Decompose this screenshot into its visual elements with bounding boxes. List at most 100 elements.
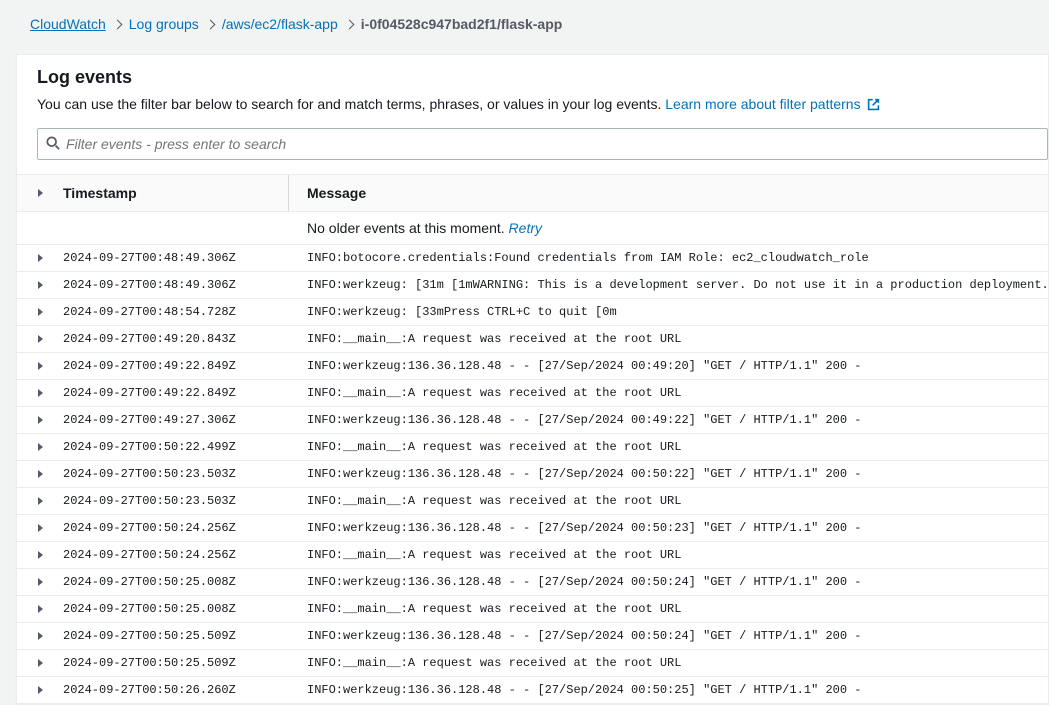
log-timestamp: 2024-09-27T00:49:20.843Z (63, 326, 289, 352)
log-row[interactable]: 2024-09-27T00:50:25.509ZINFO:werkzeug:13… (17, 623, 1048, 650)
caret-right-icon (38, 686, 43, 694)
expand-row-toggle[interactable] (17, 380, 63, 406)
retry-link[interactable]: Retry (509, 220, 542, 236)
external-link-icon (867, 98, 880, 114)
log-row[interactable]: 2024-09-27T00:50:23.503ZINFO:werkzeug:13… (17, 461, 1048, 488)
expand-all-toggle[interactable] (17, 175, 63, 211)
log-row[interactable]: 2024-09-27T00:48:49.306ZINFO:werkzeug: [… (17, 272, 1048, 299)
expand-row-toggle[interactable] (17, 677, 63, 703)
breadcrumb-link-log-groups[interactable]: Log groups (129, 16, 199, 32)
log-row[interactable]: 2024-09-27T00:50:25.008ZINFO:__main__:A … (17, 596, 1048, 623)
log-row[interactable]: 2024-09-27T00:49:22.849ZINFO:werkzeug:13… (17, 353, 1048, 380)
log-table-header: Timestamp Message (17, 174, 1048, 212)
filter-events-search[interactable] (37, 128, 1048, 160)
log-message: INFO:werkzeug:136.36.128.48 - - [27/Sep/… (289, 677, 1048, 703)
log-events-panel: Log events You can use the filter bar be… (16, 54, 1049, 705)
log-row[interactable]: 2024-09-27T00:49:20.843ZINFO:__main__:A … (17, 326, 1048, 353)
page-title: Log events (37, 67, 1028, 88)
expand-row-toggle[interactable] (17, 461, 63, 487)
log-row[interactable]: 2024-09-27T00:50:24.256ZINFO:__main__:A … (17, 542, 1048, 569)
log-timestamp: 2024-09-27T00:49:27.306Z (63, 407, 289, 433)
expand-row-toggle[interactable] (17, 623, 63, 649)
log-message: INFO:werkzeug:136.36.128.48 - - [27/Sep/… (289, 461, 1048, 487)
expand-row-toggle[interactable] (17, 326, 63, 352)
expand-row-toggle[interactable] (17, 353, 63, 379)
log-timestamp: 2024-09-27T00:50:22.499Z (63, 434, 289, 460)
chevron-right-icon (346, 17, 353, 31)
log-timestamp: 2024-09-27T00:50:25.008Z (63, 569, 289, 595)
log-message: INFO:werkzeug: [33mPress CTRL+C to quit … (289, 299, 1048, 325)
log-timestamp: 2024-09-27T00:50:25.509Z (63, 623, 289, 649)
log-timestamp: 2024-09-27T00:50:23.503Z (63, 488, 289, 514)
caret-right-icon (38, 497, 43, 505)
no-older-events-row: No older events at this moment. Retry (17, 212, 1048, 245)
expand-row-toggle[interactable] (17, 569, 63, 595)
log-timestamp: 2024-09-27T00:48:49.306Z (63, 245, 289, 271)
log-row[interactable]: 2024-09-27T00:50:23.503ZINFO:__main__:A … (17, 488, 1048, 515)
log-row[interactable]: 2024-09-27T00:50:26.260ZINFO:werkzeug:13… (17, 677, 1048, 704)
log-table-body: 2024-09-27T00:48:49.306ZINFO:botocore.cr… (17, 245, 1048, 704)
caret-right-icon (38, 416, 43, 424)
log-message: INFO:werkzeug:136.36.128.48 - - [27/Sep/… (289, 623, 1048, 649)
caret-right-icon (38, 308, 43, 316)
log-row[interactable]: 2024-09-27T00:50:22.499ZINFO:__main__:A … (17, 434, 1048, 461)
caret-right-icon (38, 551, 43, 559)
log-timestamp: 2024-09-27T00:50:24.256Z (63, 515, 289, 541)
caret-right-icon (38, 281, 43, 289)
log-row[interactable]: 2024-09-27T00:49:22.849ZINFO:__main__:A … (17, 380, 1048, 407)
log-message: INFO:werkzeug:136.36.128.48 - - [27/Sep/… (289, 515, 1048, 541)
expand-row-toggle[interactable] (17, 542, 63, 568)
log-message: INFO:werkzeug: [31m [1mWARNING: This is … (289, 272, 1048, 298)
caret-right-icon (38, 189, 43, 197)
breadcrumb: CloudWatch Log groups /aws/ec2/flask-app… (16, 16, 1049, 32)
no-older-events-text: No older events at this moment. (307, 220, 509, 236)
log-row[interactable]: 2024-09-27T00:50:24.256ZINFO:werkzeug:13… (17, 515, 1048, 542)
log-message: INFO:__main__:A request was received at … (289, 380, 1048, 406)
chevron-right-icon (114, 17, 121, 31)
log-timestamp: 2024-09-27T00:49:22.849Z (63, 380, 289, 406)
log-timestamp: 2024-09-27T00:50:24.256Z (63, 542, 289, 568)
expand-row-toggle[interactable] (17, 245, 63, 271)
chevron-right-icon (207, 17, 214, 31)
log-message: INFO:__main__:A request was received at … (289, 650, 1048, 676)
page-description: You can use the filter bar below to sear… (37, 96, 1028, 114)
log-message: INFO:__main__:A request was received at … (289, 326, 1048, 352)
breadcrumb-link-cloudwatch[interactable]: CloudWatch (30, 16, 106, 32)
log-timestamp: 2024-09-27T00:50:25.008Z (63, 596, 289, 622)
expand-row-toggle[interactable] (17, 272, 63, 298)
log-row[interactable]: 2024-09-27T00:50:25.509ZINFO:__main__:A … (17, 650, 1048, 677)
breadcrumb-link-log-group-path[interactable]: /aws/ec2/flask-app (222, 16, 338, 32)
filter-events-input[interactable] (60, 136, 1039, 152)
caret-right-icon (38, 335, 43, 343)
log-row[interactable]: 2024-09-27T00:48:54.728ZINFO:werkzeug: [… (17, 299, 1048, 326)
column-header-message[interactable]: Message (289, 175, 1048, 211)
log-timestamp: 2024-09-27T00:50:26.260Z (63, 677, 289, 703)
log-timestamp: 2024-09-27T00:50:23.503Z (63, 461, 289, 487)
log-row[interactable]: 2024-09-27T00:49:27.306ZINFO:werkzeug:13… (17, 407, 1048, 434)
log-row[interactable]: 2024-09-27T00:50:25.008ZINFO:werkzeug:13… (17, 569, 1048, 596)
caret-right-icon (38, 470, 43, 478)
expand-row-toggle[interactable] (17, 650, 63, 676)
log-row[interactable]: 2024-09-27T00:48:49.306ZINFO:botocore.cr… (17, 245, 1048, 272)
log-message: INFO:__main__:A request was received at … (289, 596, 1048, 622)
log-timestamp: 2024-09-27T00:50:25.509Z (63, 650, 289, 676)
caret-right-icon (38, 524, 43, 532)
caret-right-icon (38, 659, 43, 667)
log-message: INFO:werkzeug:136.36.128.48 - - [27/Sep/… (289, 569, 1048, 595)
caret-right-icon (38, 362, 43, 370)
expand-row-toggle[interactable] (17, 299, 63, 325)
log-message: INFO:botocore.credentials:Found credenti… (289, 245, 1048, 271)
caret-right-icon (38, 254, 43, 262)
expand-row-toggle[interactable] (17, 434, 63, 460)
breadcrumb-current: i-0f04528c947bad2f1/flask-app (361, 16, 563, 32)
expand-row-toggle[interactable] (17, 596, 63, 622)
search-icon (46, 136, 60, 153)
caret-right-icon (38, 632, 43, 640)
learn-more-link[interactable]: Learn more about filter patterns (665, 96, 879, 112)
column-header-timestamp[interactable]: Timestamp (63, 175, 289, 211)
expand-row-toggle[interactable] (17, 515, 63, 541)
log-message: INFO:werkzeug:136.36.128.48 - - [27/Sep/… (289, 407, 1048, 433)
log-timestamp: 2024-09-27T00:48:49.306Z (63, 272, 289, 298)
expand-row-toggle[interactable] (17, 488, 63, 514)
expand-row-toggle[interactable] (17, 407, 63, 433)
